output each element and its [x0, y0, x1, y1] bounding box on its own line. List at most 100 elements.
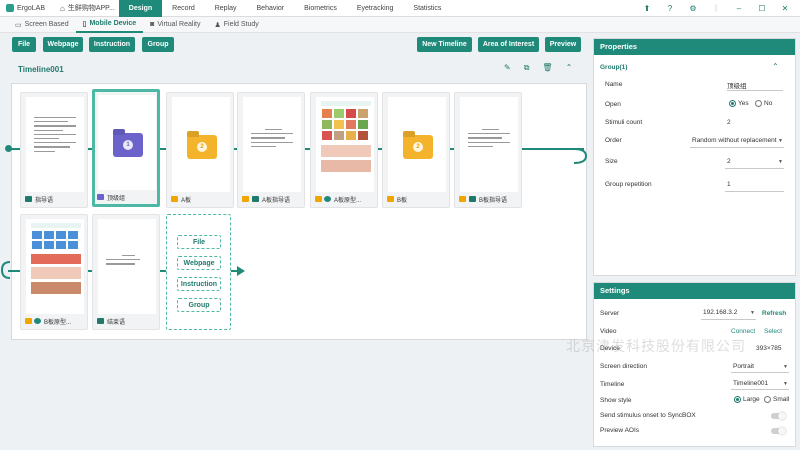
name-label: Name	[605, 81, 623, 88]
stimulus-card[interactable]: 2 B板	[382, 92, 450, 208]
server-select[interactable]: 192.168.3.2	[703, 309, 737, 316]
tab-field-study[interactable]: ♟ Field Study	[207, 17, 265, 33]
name-input[interactable]: 顶级组	[727, 80, 747, 90]
help-icon[interactable]: ?	[665, 4, 675, 13]
stimulus-thumbnail: 1	[98, 95, 156, 190]
add-group-button[interactable]: Group	[142, 37, 174, 52]
stimulus-card[interactable]: 2 A板	[166, 92, 234, 208]
chevron-down-icon[interactable]: ▼	[783, 381, 788, 387]
tab-virtual-reality[interactable]: ◙ Virtual Reality	[143, 17, 207, 33]
stimulus-card[interactable]: B板原型...	[20, 214, 88, 330]
dropzone-instruction-button[interactable]: Instruction	[177, 277, 221, 291]
menu-eyetracking[interactable]: Eyetracking	[347, 0, 404, 17]
chevron-down-icon[interactable]: ▼	[778, 138, 783, 144]
menu-behavior[interactable]: Behavior	[247, 0, 295, 17]
tab-screen-based[interactable]: ▭ Screen Based	[8, 17, 76, 33]
collapse-icon[interactable]: ⌃	[566, 63, 573, 73]
preview-aois-toggle[interactable]	[771, 426, 786, 435]
menu-design[interactable]: Design	[118, 0, 163, 17]
card-label: A板原型...	[334, 197, 362, 204]
order-label: Order	[605, 137, 622, 144]
minimize-icon[interactable]: –	[734, 4, 744, 13]
connect-button[interactable]: Connect	[731, 328, 755, 335]
radio-label: No	[764, 100, 773, 108]
ergolab-logo-icon	[6, 4, 14, 12]
dropzone-webpage-button[interactable]: Webpage	[177, 256, 221, 270]
new-timeline-button[interactable]: New Timeline	[417, 37, 472, 52]
project-home[interactable]: ⌂ 生鲜购物APP...	[56, 3, 119, 13]
card-label: B板	[397, 197, 408, 204]
chevron-down-icon[interactable]: ▼	[778, 159, 783, 165]
folder-icon	[171, 196, 178, 202]
trash-icon[interactable]: 🗑	[542, 63, 552, 73]
tab-mobile-device[interactable]: ▯ Mobile Device	[75, 17, 144, 33]
dropzone-group-button[interactable]: Group	[177, 298, 221, 312]
folder-icon	[242, 196, 249, 202]
menu-replay[interactable]: Replay	[205, 0, 247, 17]
open-yes-radio[interactable]: Yes	[729, 100, 749, 107]
group-repetition-label: Group repetition	[605, 181, 652, 188]
menu-record[interactable]: Record	[162, 0, 205, 17]
folder-icon: 2	[403, 135, 433, 159]
syncbox-toggle[interactable]	[771, 411, 786, 420]
order-select[interactable]: Random without replacement	[692, 137, 777, 144]
select-underline	[725, 168, 784, 169]
app-name: ErgoLAB	[17, 4, 46, 12]
edit-icon[interactable]: ✎	[504, 63, 511, 73]
area-of-interest-button[interactable]: Area of Interest	[478, 37, 539, 52]
group-repetition-input[interactable]: 1	[727, 181, 731, 188]
card-label: 指导语	[35, 197, 54, 204]
tab-label: Mobile Device	[89, 20, 137, 27]
show-small-radio[interactable]: Small	[764, 396, 789, 403]
size-select[interactable]: 2	[727, 158, 731, 165]
stimulus-thumbnail	[243, 97, 301, 192]
select-underline	[731, 389, 789, 390]
screen-direction-select[interactable]: Portrait	[733, 363, 754, 370]
collapse-icon[interactable]: ⌃	[772, 62, 779, 71]
close-icon[interactable]: ✕	[780, 4, 790, 13]
folder-icon: 2	[187, 135, 217, 159]
arrow-right-icon	[237, 266, 245, 276]
divider: |	[715, 5, 717, 12]
radio-label: Small	[773, 396, 790, 404]
screen-direction-label: Screen direction	[600, 363, 647, 370]
stimulus-card[interactable]: B板指导语	[454, 92, 522, 208]
timeline-select[interactable]: Timeline001	[733, 380, 768, 387]
show-large-radio[interactable]: Large	[734, 396, 760, 403]
open-no-radio[interactable]: No	[755, 100, 772, 107]
copy-icon[interactable]: ⧉	[524, 63, 530, 73]
gear-icon[interactable]: ⚙	[688, 4, 698, 13]
upload-icon[interactable]: ⬆	[642, 4, 652, 13]
folder-icon	[25, 318, 32, 324]
tab-label: Field Study	[223, 21, 259, 28]
chevron-down-icon[interactable]: ▼	[750, 310, 755, 316]
stimulus-card[interactable]: A板原型...	[310, 92, 378, 208]
select-button[interactable]: Select	[764, 328, 782, 335]
folder-icon	[387, 196, 394, 202]
timeline-actions: ✎ ⧉ 🗑 ⌃	[504, 63, 572, 73]
globe-icon	[34, 318, 41, 324]
folder-icon	[459, 196, 466, 202]
stimulus-thumbnail: 2	[388, 97, 446, 192]
chevron-down-icon[interactable]: ▼	[783, 364, 788, 370]
add-file-button[interactable]: File	[12, 37, 36, 52]
menu-statistics[interactable]: Statistics	[403, 0, 451, 17]
stimulus-card[interactable]: 结束语	[92, 214, 160, 330]
add-stimulus-dropzone: File Webpage Instruction Group	[166, 214, 231, 330]
add-webpage-button[interactable]: Webpage	[43, 37, 83, 52]
radio-label: Large	[743, 396, 760, 404]
stimulus-card[interactable]: 指导语	[20, 92, 88, 208]
stimulus-card[interactable]: A板指导语	[237, 92, 305, 208]
dropzone-file-button[interactable]: File	[177, 235, 221, 249]
phone-icon: ▯	[82, 20, 87, 28]
person-icon: ♟	[214, 21, 221, 29]
timeline-wrap	[1, 261, 11, 279]
add-instruction-button[interactable]: Instruction	[89, 37, 135, 52]
stimulus-card-selected[interactable]: 1 顶级组	[92, 89, 160, 207]
timeline-bend	[573, 148, 588, 164]
menu-biometrics[interactable]: Biometrics	[294, 0, 347, 17]
maximize-icon[interactable]: ☐	[757, 4, 767, 13]
refresh-button[interactable]: Refresh	[762, 310, 786, 317]
preview-button[interactable]: Preview	[545, 37, 581, 52]
select-underline	[731, 372, 789, 373]
